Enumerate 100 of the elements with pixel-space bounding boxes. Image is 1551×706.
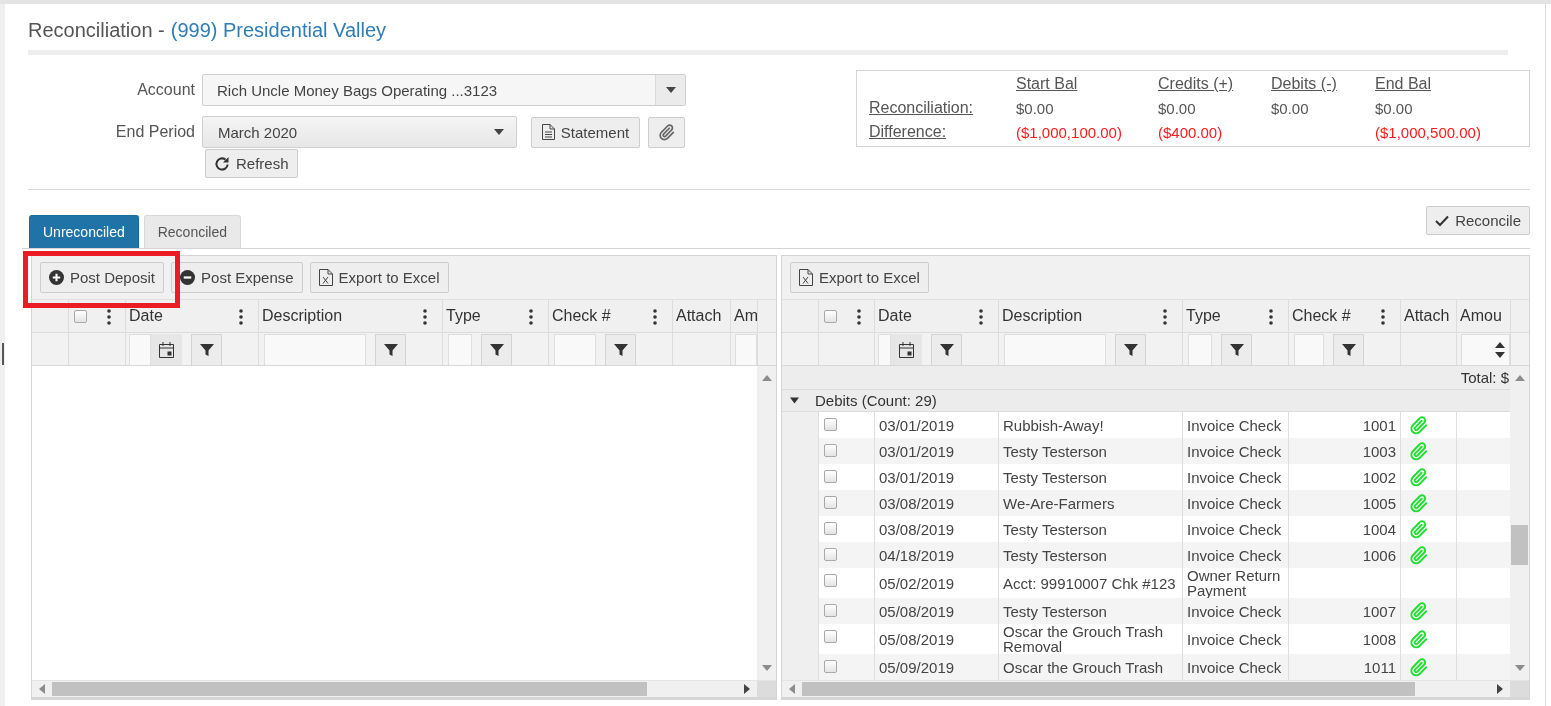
calendar-icon [899,341,914,358]
row-checkbox[interactable] [824,574,837,587]
row-checkbox[interactable] [824,522,837,535]
column-header[interactable]: Check # [552,307,611,325]
tab[interactable]: Unreconciled [29,215,139,248]
kebab-menu-icon[interactable] [529,309,533,325]
kebab-menu-icon[interactable] [107,309,111,325]
row-checkbox[interactable] [824,630,837,643]
row-checkbox[interactable] [824,548,837,561]
export-button[interactable]: Export to Excel [309,262,449,293]
horizontal-scrollbar[interactable] [32,680,776,697]
column-header[interactable]: Date [129,307,163,325]
row-checkbox[interactable] [824,496,837,509]
account-select[interactable]: Rich Uncle Money Bags Operating ...3123 [202,74,686,106]
scrollbar-thumb[interactable] [1511,525,1528,565]
kebab-menu-icon[interactable] [857,309,861,325]
column-header[interactable]: Check # [1292,307,1351,325]
column-header[interactable]: Description [1002,307,1083,325]
summary-value: ($400.00) [1158,123,1223,141]
table-row[interactable]: 03/08/2019 We-Are-Farmers Invoice Check 1005 [782,490,1510,516]
kebab-menu-icon[interactable] [1269,309,1273,325]
table-row[interactable]: 04/18/2019 Testy Testerson Invoice Check 1006 [782,542,1510,568]
date-filter-input[interactable] [129,334,151,365]
reconcile-button[interactable]: Reconcile [1426,206,1530,235]
row-checkbox[interactable] [824,660,837,673]
document-icon [541,124,555,140]
column-header[interactable]: Attach [1404,307,1450,325]
add-button[interactable]: Post Deposit [40,262,165,293]
scroll-left-arrow-icon[interactable] [789,684,795,694]
kebab-menu-icon[interactable] [239,309,243,325]
scroll-up-arrow-icon[interactable] [761,375,772,381]
filter-icon [489,343,504,357]
collapse-triangle-icon[interactable] [790,396,799,405]
kebab-menu-icon[interactable] [1381,309,1385,325]
scroll-down-arrow-icon[interactable] [1514,665,1525,671]
filter-button[interactable] [1333,334,1364,365]
tab[interactable]: Reconciled [143,215,241,248]
kebab-menu-icon[interactable] [979,309,983,325]
spinner-arrows-icon[interactable] [1495,342,1505,358]
refresh-button[interactable]: Refresh [205,149,298,178]
number-filter-input[interactable] [735,334,757,365]
column-header[interactable]: Type [446,307,481,325]
column-header[interactable]: Amou [1460,307,1502,325]
number-filter-input[interactable] [1461,334,1510,365]
scrollbar-thumb[interactable] [802,682,1415,696]
table-row[interactable]: 05/09/2019 Oscar the Grouch Trash Invoice Check 1011 [782,654,1510,680]
column-header[interactable]: Description [262,307,343,325]
row-checkbox[interactable] [824,444,837,457]
select-all-checkbox[interactable] [74,309,87,323]
filter-button[interactable] [481,334,512,365]
summary-row-label: Difference: [869,123,947,141]
edge-handle[interactable] [2,343,4,365]
row-checkbox[interactable] [824,418,837,431]
filter-button[interactable] [1221,334,1252,365]
table-row[interactable]: 05/08/2019 Testy Testerson Invoice Check 1007 [782,598,1510,624]
scroll-right-arrow-icon[interactable] [1497,684,1503,694]
filter-button[interactable] [375,334,406,365]
column-header[interactable]: Am [734,307,757,325]
calendar-button[interactable] [151,334,182,365]
vertical-scrollbar[interactable] [1510,366,1529,680]
filter-button[interactable] [1115,334,1146,365]
field-label: Account [136,81,195,99]
column-header[interactable]: Date [878,307,912,325]
filter-input[interactable] [1004,334,1106,365]
group-label: Debits (Count: 29) [815,392,937,409]
row-checkbox[interactable] [824,604,837,617]
filter-input[interactable] [1294,334,1324,365]
filter-input[interactable] [1188,334,1212,365]
period-select[interactable]: March 2020 [202,116,517,148]
filter-input[interactable] [554,334,596,365]
export-button[interactable]: Export to Excel [790,262,929,293]
row-checkbox[interactable] [824,470,837,483]
summary-value: ($1,000,100.00) [1016,123,1122,141]
filter-button[interactable] [605,334,636,365]
filter-input[interactable] [264,334,366,365]
column-header[interactable]: Attach [676,307,722,325]
calendar-button[interactable] [891,334,922,365]
scroll-left-arrow-icon[interactable] [39,684,45,694]
kebab-menu-icon[interactable] [653,309,657,325]
minus-circle-icon [180,270,196,285]
kebab-menu-icon[interactable] [423,309,427,325]
check-icon [1435,214,1450,227]
column-header[interactable]: Type [1186,307,1221,325]
scroll-right-arrow-icon[interactable] [744,684,750,694]
scrollbar-thumb[interactable] [52,682,647,696]
filter-button[interactable] [191,334,222,365]
filter-input[interactable] [448,334,472,365]
table-row[interactable]: 03/01/2019 Testy Testerson Invoice Check 1003 [782,438,1510,464]
scroll-down-arrow-icon[interactable] [761,665,772,671]
filter-button[interactable] [931,334,962,365]
statement-button[interactable]: Statement [531,116,640,148]
select-all-checkbox[interactable] [824,309,837,323]
attach-button[interactable] [648,116,685,148]
vertical-scrollbar[interactable] [757,366,776,680]
kebab-menu-icon[interactable] [1163,309,1167,325]
horizontal-scrollbar[interactable] [782,680,1529,697]
date-filter-input[interactable] [878,334,891,365]
property-link[interactable]: (999) Presidential Valley [170,18,387,50]
scroll-up-arrow-icon[interactable] [1514,375,1525,381]
remove-button[interactable]: Post Expense [171,262,303,293]
